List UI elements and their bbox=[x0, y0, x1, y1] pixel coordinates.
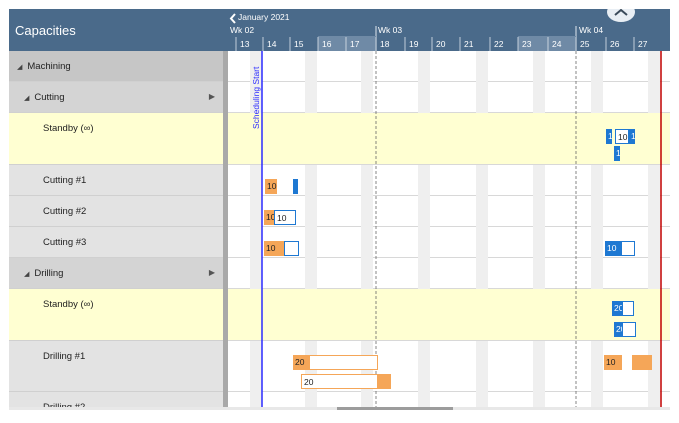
row-label: Drilling #1 bbox=[43, 351, 86, 362]
task-bar[interactable]: 10 bbox=[605, 241, 621, 256]
task-bar[interactable]: 10 bbox=[274, 210, 296, 225]
task-bar[interactable]: 1 bbox=[629, 129, 635, 144]
task-bar[interactable] bbox=[622, 322, 636, 337]
row-label-cell[interactable]: Standby (∞) bbox=[9, 113, 223, 165]
day-label: 14 bbox=[267, 39, 277, 49]
task-bar[interactable]: 20 bbox=[612, 301, 622, 316]
row-label-cell[interactable]: ◢ Cutting ▶ bbox=[9, 82, 223, 113]
day-label: 19 bbox=[409, 39, 419, 49]
chevron-right-icon[interactable]: ▶ bbox=[209, 268, 215, 277]
day-label: 16 bbox=[322, 39, 332, 49]
capacities-header: Capacities bbox=[9, 9, 228, 51]
row-label: Machining bbox=[27, 61, 71, 72]
task-bar[interactable]: 1 bbox=[606, 129, 612, 144]
day-label: 22 bbox=[494, 39, 504, 49]
capacities-title: Capacities bbox=[15, 22, 76, 38]
collapse-header-button[interactable] bbox=[607, 9, 635, 22]
task-bar[interactable] bbox=[377, 374, 391, 389]
chevron-right-icon[interactable]: ▶ bbox=[209, 92, 215, 101]
task-bar[interactable]: 20 bbox=[614, 322, 622, 337]
day-label: 21 bbox=[464, 39, 474, 49]
task-bar[interactable]: 20 bbox=[293, 355, 309, 370]
week-label: Wk 02 bbox=[230, 25, 254, 35]
day-label: 25 bbox=[580, 39, 590, 49]
scheduler-window: Capacities January 2021 Wk 02 Wk 03 Wk 0… bbox=[9, 9, 670, 410]
day-label: 18 bbox=[380, 39, 390, 49]
day-label: 24 bbox=[552, 39, 562, 49]
task-bar[interactable] bbox=[632, 355, 652, 370]
task-bar[interactable]: 1 bbox=[614, 146, 620, 161]
task-bar[interactable]: 20 bbox=[301, 374, 381, 389]
row-label-cell[interactable]: ◢ Machining bbox=[9, 51, 223, 82]
week-label: Wk 04 bbox=[579, 25, 603, 35]
day-label: 27 bbox=[638, 39, 648, 49]
day-label: 20 bbox=[436, 39, 446, 49]
day-label: 17 bbox=[350, 39, 360, 49]
day-label: 23 bbox=[522, 39, 532, 49]
task-bar[interactable] bbox=[622, 301, 634, 316]
row-label: Standby (∞) bbox=[43, 299, 94, 310]
scheduling-start-label: Scheduling Start bbox=[251, 66, 261, 129]
row-label: Drilling bbox=[34, 268, 64, 279]
task-bar[interactable] bbox=[284, 241, 299, 256]
timeline-header: January 2021 Wk 02 Wk 03 Wk 04 13 14 15 16 1… bbox=[228, 9, 670, 51]
day-label: 15 bbox=[294, 39, 304, 49]
timeline-header-svg: January 2021 Wk 02 Wk 03 Wk 04 13 14 15 16 1… bbox=[228, 9, 648, 51]
day-label: 26 bbox=[610, 39, 620, 49]
day-label: 13 bbox=[240, 39, 250, 49]
task-bar[interactable] bbox=[621, 241, 635, 256]
row-label-cell[interactable]: Drilling #1 bbox=[9, 341, 223, 392]
week-label: Wk 03 bbox=[378, 25, 402, 35]
task-bar[interactable] bbox=[309, 355, 378, 370]
row-label-cell[interactable]: Cutting #2 bbox=[9, 196, 223, 227]
row-label: Cutting #3 bbox=[43, 237, 87, 248]
row-label: Standby (∞) bbox=[43, 123, 94, 134]
task-bar[interactable]: 10 bbox=[264, 241, 284, 256]
expand-toggle-icon[interactable]: ◢ bbox=[17, 63, 22, 71]
task-bar[interactable]: 10 bbox=[604, 355, 622, 370]
task-bar[interactable]: 10 bbox=[264, 210, 274, 225]
row-label-cell[interactable]: Standby (∞) bbox=[9, 289, 223, 341]
month-label: January 2021 bbox=[238, 12, 290, 22]
row-label-cell[interactable]: ◢ Drilling ▶ bbox=[9, 258, 223, 289]
task-bar[interactable] bbox=[293, 179, 298, 194]
task-bar[interactable]: 10 bbox=[265, 179, 277, 194]
expand-toggle-icon[interactable]: ◢ bbox=[24, 94, 29, 102]
expand-toggle-icon[interactable]: ◢ bbox=[24, 270, 29, 278]
horizontal-scrollbar-thumb[interactable] bbox=[337, 407, 453, 410]
row-label-cell[interactable]: Cutting #3 bbox=[9, 227, 223, 258]
task-bar[interactable]: 10 bbox=[615, 129, 629, 144]
row-label-cell[interactable]: Cutting #1 bbox=[9, 165, 223, 196]
row-label: Cutting bbox=[34, 92, 65, 103]
row-label: Cutting #1 bbox=[43, 175, 87, 186]
row-label: Cutting #2 bbox=[43, 206, 87, 217]
